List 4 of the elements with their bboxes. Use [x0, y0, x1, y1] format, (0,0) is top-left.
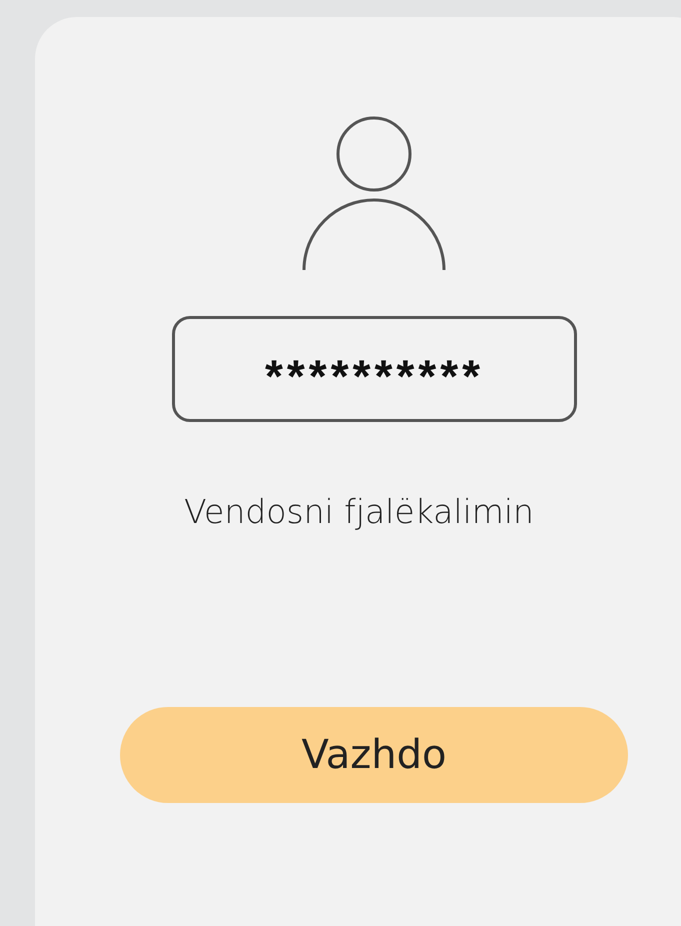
password-field[interactable]: ********** — [172, 316, 577, 422]
continue-button[interactable]: Vazhdo — [120, 707, 628, 803]
password-hint: Vendosni fjalëkalimin — [183, 492, 535, 531]
user-icon — [302, 116, 446, 272]
